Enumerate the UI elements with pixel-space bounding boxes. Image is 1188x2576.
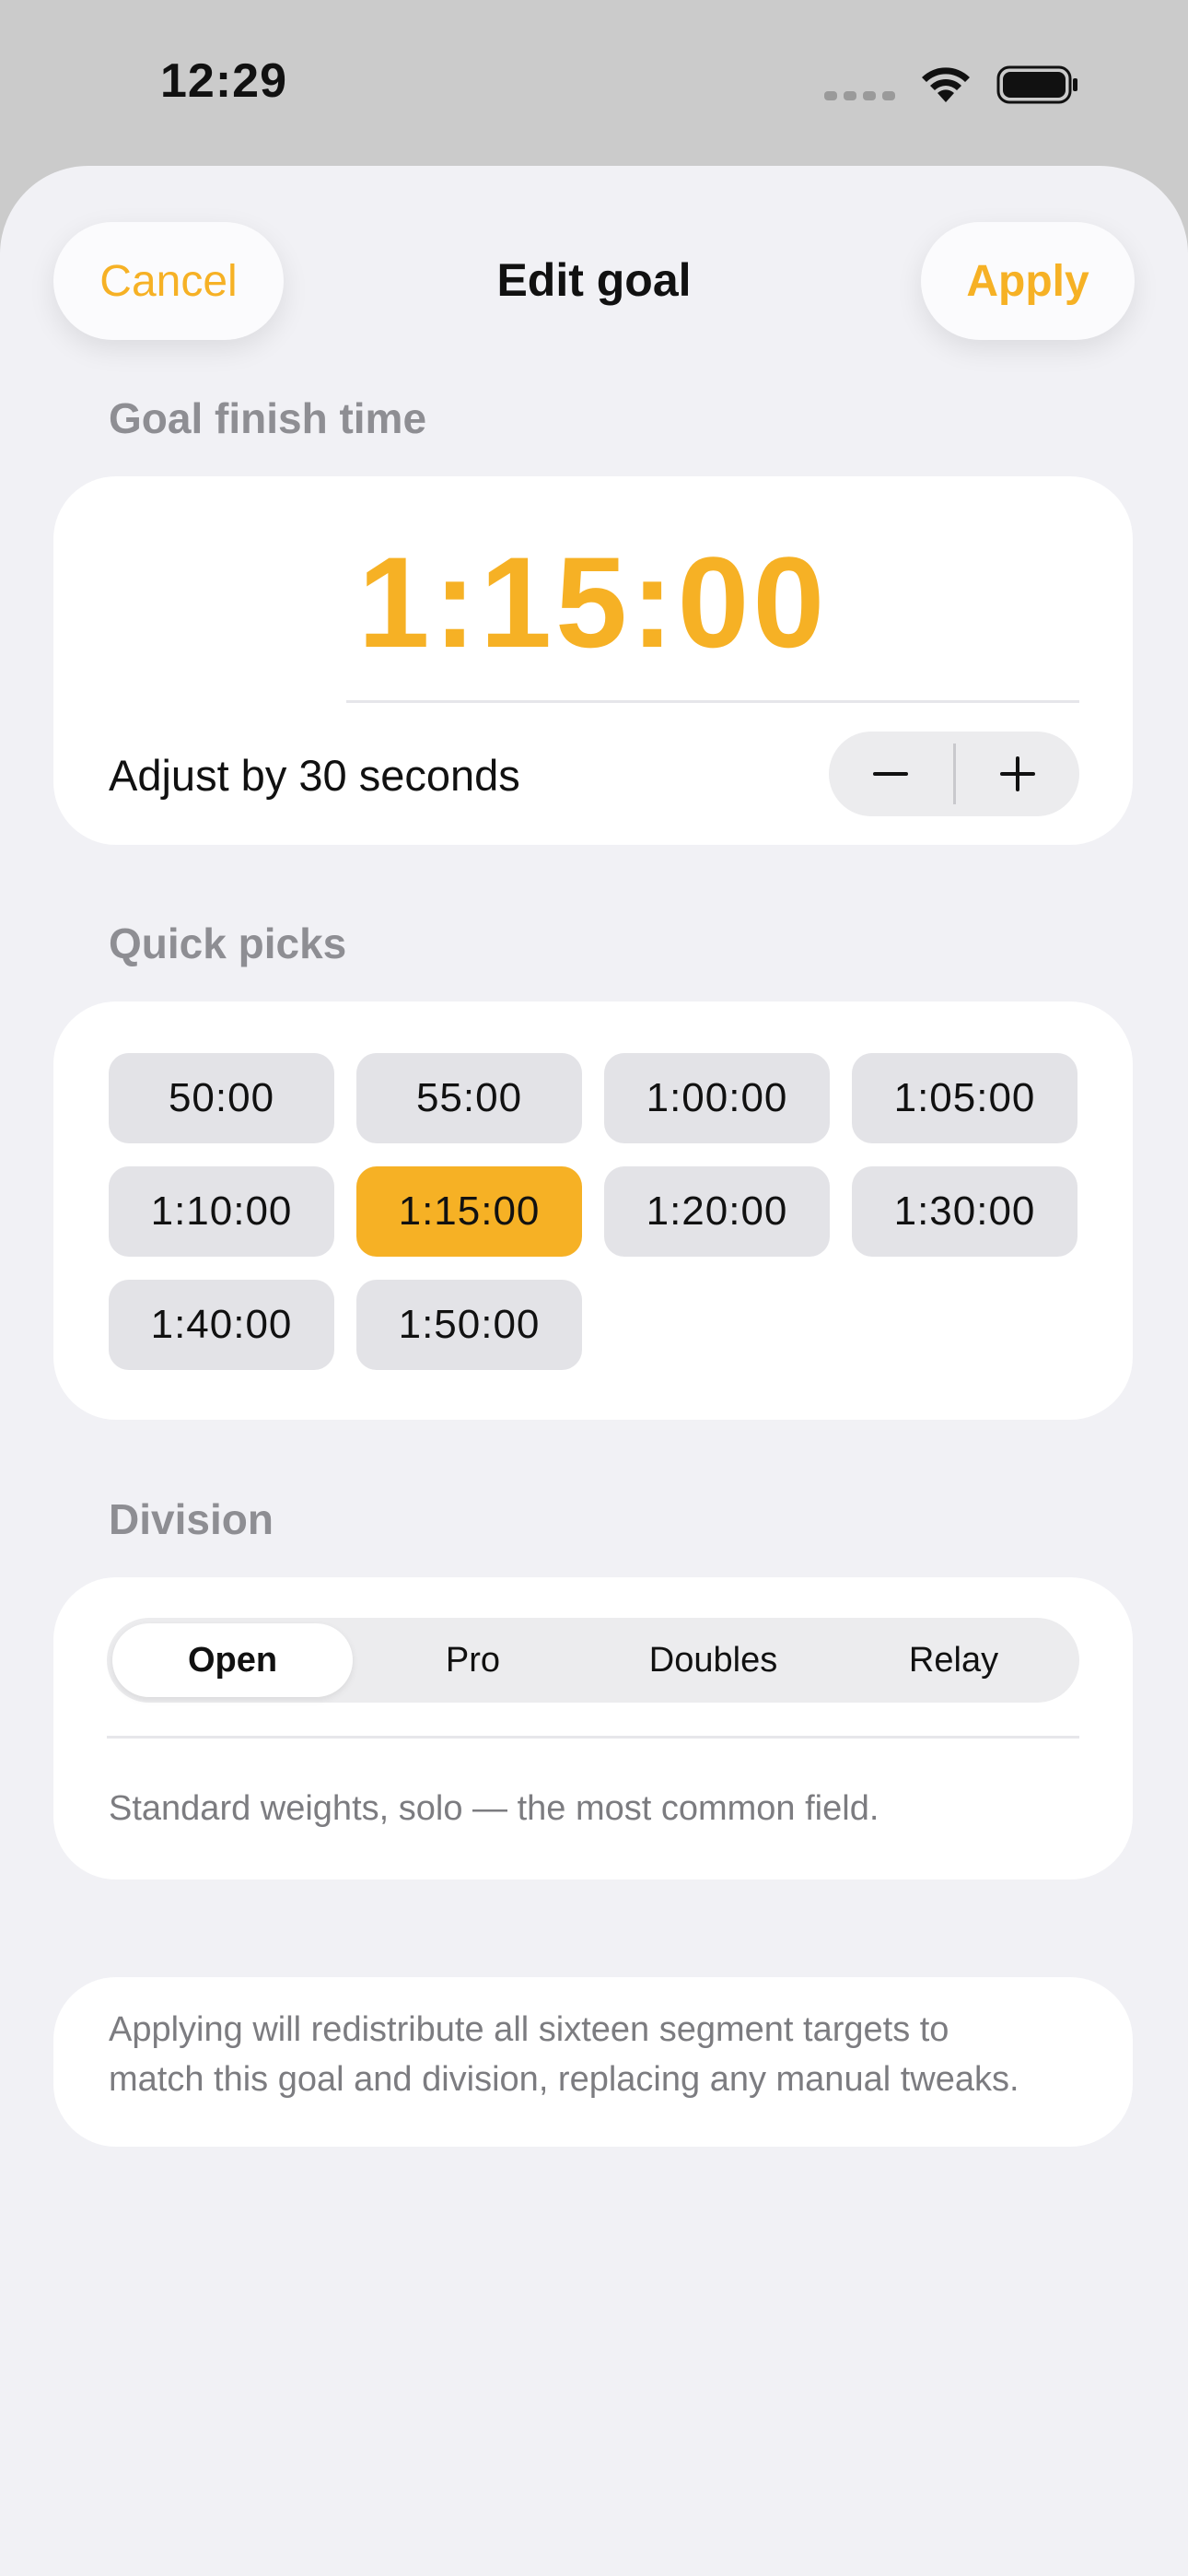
apply-button[interactable]: Apply (921, 222, 1135, 340)
wifi-icon (922, 67, 970, 102)
division-segment-relay[interactable]: Relay (833, 1623, 1074, 1697)
edit-goal-sheet: Cancel Edit goal Apply Goal finish time … (0, 166, 1188, 2576)
quick-pick-chip[interactable]: 50:00 (109, 1053, 334, 1143)
status-icons (824, 64, 1079, 105)
division-segment-doubles[interactable]: Doubles (593, 1623, 833, 1697)
quick-pick-chip[interactable]: 1:15:00 (356, 1166, 582, 1257)
minus-icon (873, 772, 909, 776)
increment-button[interactable] (956, 732, 1080, 816)
quick-picks-grid: 50:00 55:00 1:00:00 1:05:00 1:10:00 1:15:00 1:… (109, 1053, 1077, 1370)
division-card: Open Pro Doubles Relay Standard weights, so… (53, 1577, 1133, 1879)
apply-note-line-2: match this goal and division, replacing … (109, 2060, 1019, 2099)
quick-pick-chip[interactable]: 1:50:00 (356, 1280, 582, 1370)
battery-icon (996, 65, 1077, 104)
division-segment-pro[interactable]: Pro (353, 1623, 593, 1697)
quick-picks-section-label: Quick picks (109, 919, 347, 967)
quick-pick-chip[interactable]: 1:00:00 (604, 1053, 830, 1143)
quick-pick-chip[interactable]: 1:40:00 (109, 1280, 334, 1370)
quick-pick-chip[interactable]: 55:00 (356, 1053, 582, 1143)
status-time: 12:29 (160, 54, 287, 108)
quick-pick-chip[interactable]: 1:05:00 (852, 1053, 1077, 1143)
division-segmented-control: Open Pro Doubles Relay (107, 1618, 1079, 1703)
cellular-signal-icon (824, 91, 895, 100)
apply-note-text: Applying will redistribute all sixteen s… (109, 2005, 1077, 2104)
screen: 12:29 Cancel Edit goal Apply Goal finish… (0, 0, 1188, 2576)
quick-picks-card: 50:00 55:00 1:00:00 1:05:00 1:10:00 1:15:00 1:… (53, 1001, 1133, 1420)
apply-note-card: Applying will redistribute all sixteen s… (53, 1977, 1133, 2147)
goal-divider (346, 700, 1079, 703)
division-description: Standard weights, solo — the most common… (109, 1789, 879, 1828)
adjust-label: Adjust by 30 seconds (109, 751, 520, 800)
decrement-button[interactable] (829, 732, 953, 816)
division-section-label: Division (109, 1495, 274, 1543)
quick-pick-chip[interactable]: 1:30:00 (852, 1166, 1077, 1257)
adjust-stepper (829, 732, 1079, 816)
apply-note-line-1: Applying will redistribute all sixteen s… (109, 2010, 949, 2049)
division-divider (107, 1736, 1079, 1739)
goal-time-value[interactable]: 1:15:00 (53, 528, 1133, 677)
quick-pick-chip[interactable]: 1:10:00 (109, 1166, 334, 1257)
division-segment-open[interactable]: Open (112, 1623, 353, 1697)
goal-section-label: Goal finish time (109, 394, 427, 442)
quick-pick-chip[interactable]: 1:20:00 (604, 1166, 830, 1257)
plus-icon (999, 756, 1035, 791)
goal-card: 1:15:00 Adjust by 30 seconds (53, 476, 1133, 845)
